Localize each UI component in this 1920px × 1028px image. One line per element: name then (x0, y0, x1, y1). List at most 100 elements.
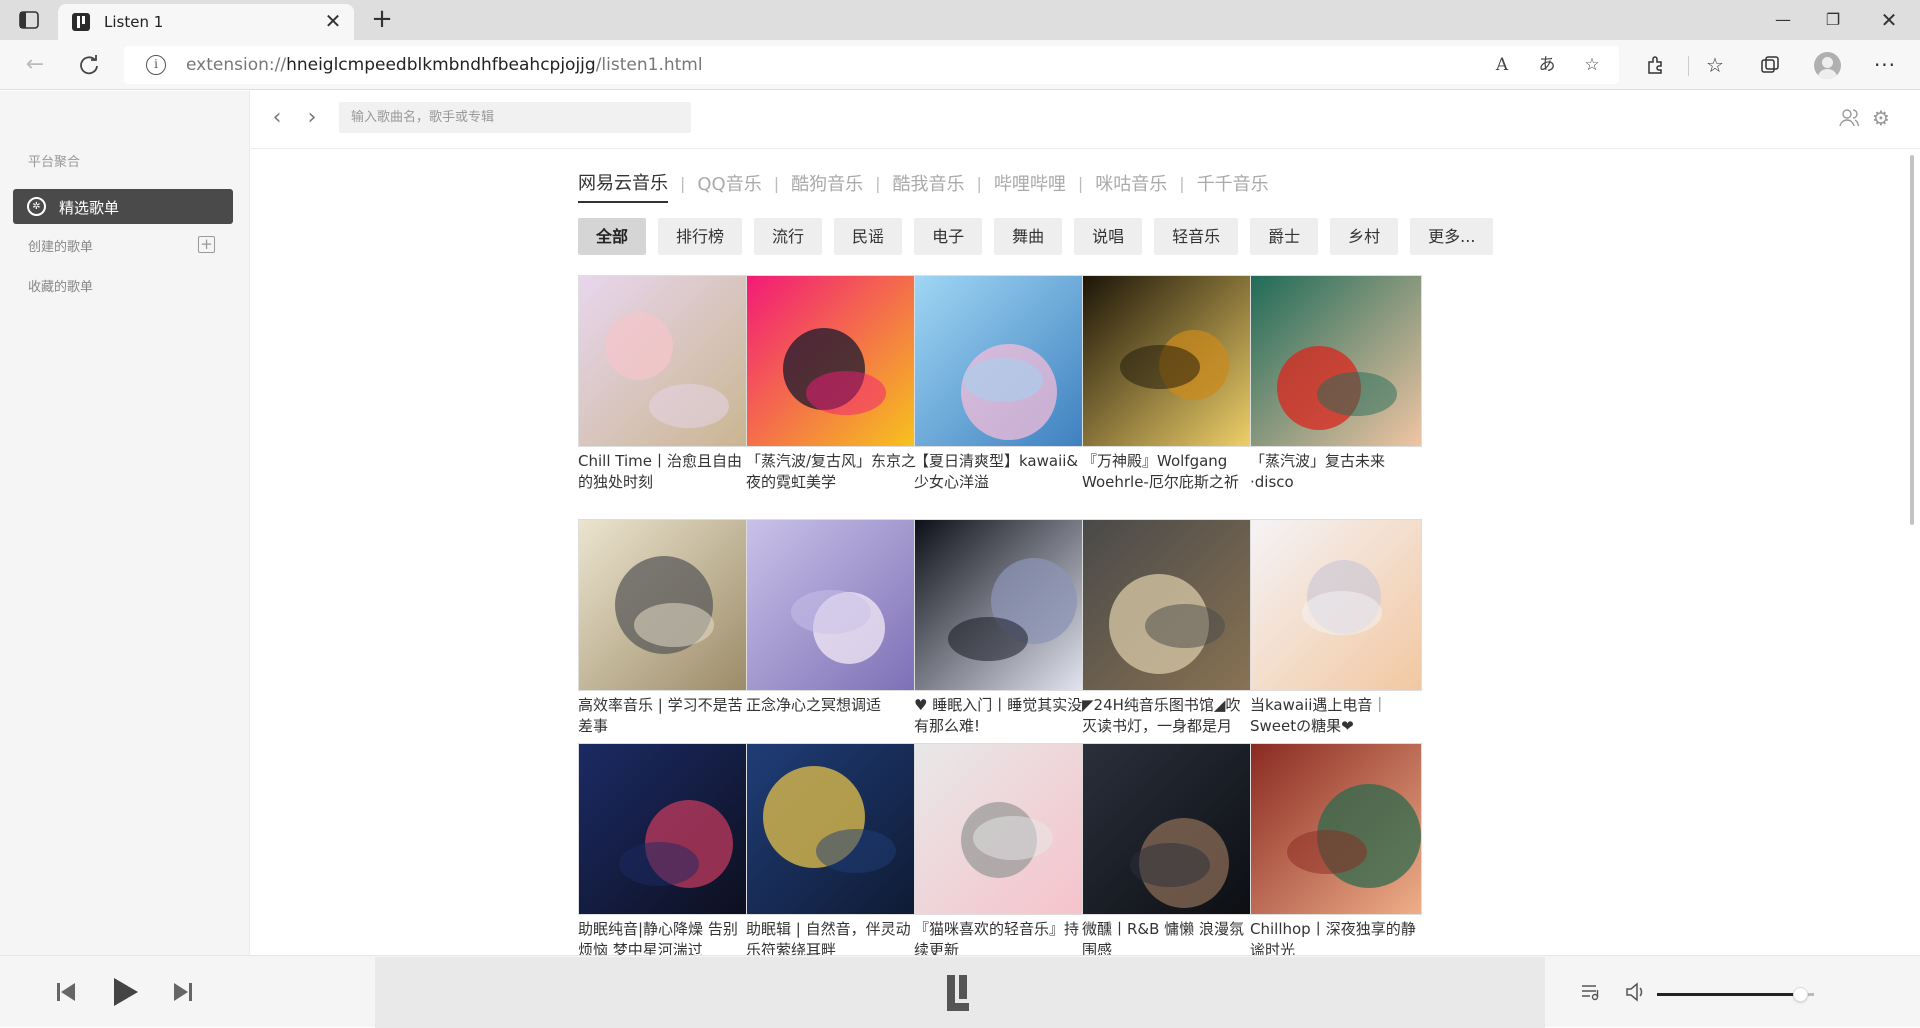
playlist-cover-image[interactable] (914, 519, 1086, 691)
source-tab[interactable]: QQ音乐 (697, 170, 761, 202)
playlist-cover-image[interactable] (578, 519, 750, 691)
back-arrow-icon[interactable]: ← (20, 50, 50, 80)
playlist-card[interactable]: ◤24H纯音乐图书馆◢吹灭读书灯，一身都是月 (1082, 519, 1254, 758)
nav-back-icon[interactable]: ‹ (267, 105, 287, 130)
filter-chip[interactable]: 乡村 (1330, 218, 1399, 255)
playlist-title[interactable]: Chill Time丨治愈且自由的独处时刻 (578, 451, 750, 514)
playlist-title[interactable]: 「蒸汽波」复古未来·disco (1250, 451, 1422, 514)
filter-chip[interactable]: 轻音乐 (1154, 218, 1239, 255)
favorites-icon[interactable]: ☆ (1700, 50, 1730, 80)
source-separator: | (976, 173, 982, 193)
playlist-cover-image[interactable] (1082, 743, 1254, 915)
filter-chip[interactable]: 舞曲 (994, 218, 1063, 255)
login-user-icon[interactable] (1836, 105, 1862, 131)
new-tab-button[interactable]: + (368, 6, 396, 34)
filter-chip[interactable]: 民谣 (834, 218, 903, 255)
volume-knob[interactable] (1793, 987, 1809, 1002)
restore-window-icon[interactable]: ❐ (1810, 4, 1856, 36)
playlist-title[interactable]: 助眠辑 | 自然音，伴灵动乐符萦绕耳畔 (746, 919, 918, 955)
content-scrollbar[interactable] (1910, 155, 1914, 525)
add-favorite-icon[interactable]: ☆ (1579, 52, 1605, 78)
playlist-card[interactable]: ♥ 睡眠入门丨睡觉其实没有那么难! (914, 519, 1086, 758)
playlist-card[interactable]: 助眠纯音|静心降燥 告别烦恼 梦中星河湍过 (578, 743, 750, 955)
now-playing-area[interactable] (375, 957, 1545, 1028)
playlist-cover-image[interactable] (578, 743, 750, 915)
previous-track-icon[interactable] (55, 980, 77, 1008)
settings-gear-icon[interactable]: ⚙ (1868, 105, 1894, 131)
play-icon[interactable] (112, 976, 140, 1012)
filter-chip[interactable]: 流行 (754, 218, 823, 255)
filter-chip[interactable]: 全部 (578, 218, 647, 255)
playlist-title[interactable]: Chillhop丨深夜独享的静谧时光 (1250, 919, 1422, 955)
volume-slider[interactable] (1657, 987, 1814, 1002)
filter-chip[interactable]: 说唱 (1074, 218, 1143, 255)
browser-tab[interactable]: Listen 1 ✕ (58, 4, 354, 40)
playlist-cover-image[interactable] (578, 275, 750, 447)
playlist-title[interactable]: 助眠纯音|静心降燥 告别烦恼 梦中星河湍过 (578, 919, 750, 955)
source-tab[interactable]: 千千音乐 (1197, 170, 1269, 202)
playlist-cover-image[interactable] (746, 275, 918, 447)
collections-icon[interactable] (1755, 50, 1785, 80)
playlist-cover-image[interactable] (1082, 275, 1254, 447)
browser-toolbar: ← i extension://hneiglcmpeedblkmbndhfbea… (0, 40, 1920, 90)
listen1-logo-icon (945, 973, 971, 1013)
playlist-card[interactable]: 『猫咪喜欢的轻音乐』持续更新 (914, 743, 1086, 955)
source-tab[interactable]: 酷我音乐 (893, 170, 965, 202)
playlist-cover-image[interactable] (1082, 519, 1254, 691)
sidebar-item-collected-playlists[interactable]: 收藏的歌单 (28, 276, 93, 295)
filter-chip[interactable]: 电子 (914, 218, 983, 255)
playlist-card[interactable]: 【夏日清爽型】kawaii&少女心洋溢 (914, 275, 1086, 514)
source-tab[interactable]: 哔哩哔哩 (994, 170, 1066, 202)
refresh-icon[interactable] (74, 50, 104, 80)
playlist-card[interactable]: 「蒸汽波」复古未来·disco (1250, 275, 1422, 514)
playlist-cover-image[interactable] (1250, 275, 1422, 447)
minimize-window-icon[interactable]: — (1760, 4, 1806, 36)
playlist-card[interactable]: 正念净心之冥想调适 (746, 519, 918, 758)
extensions-icon[interactable] (1640, 50, 1670, 80)
playlist-title[interactable]: 『万神殿』Wolfgang Woehrle-厄尔庇斯之祈 (1082, 451, 1254, 514)
playlist-queue-icon[interactable] (1580, 982, 1600, 1006)
address-bar[interactable]: i extension://hneiglcmpeedblkmbndhfbeahc… (124, 46, 1619, 84)
more-options-icon[interactable]: ··· (1870, 50, 1900, 80)
playlist-title[interactable]: 『猫咪喜欢的轻音乐』持续更新 (914, 919, 1086, 955)
playlist-card[interactable]: 助眠辑 | 自然音，伴灵动乐符萦绕耳畔 (746, 743, 918, 955)
translate-icon[interactable]: あ (1534, 52, 1560, 78)
sidebar-item-featured-playlists[interactable]: ✲ 精选歌单 (13, 189, 233, 224)
volume-icon[interactable] (1625, 982, 1647, 1006)
filter-chip[interactable]: 爵士 (1250, 218, 1319, 255)
close-window-icon[interactable]: ✕ (1866, 4, 1912, 36)
playlist-card[interactable]: 『万神殿』Wolfgang Woehrle-厄尔庇斯之祈 (1082, 275, 1254, 514)
source-separator: | (773, 173, 780, 193)
source-tab[interactable]: 网易云音乐 (578, 169, 668, 203)
toolbar-divider (1688, 56, 1689, 76)
playlist-title[interactable]: 【夏日清爽型】kawaii&少女心洋溢 (914, 451, 1086, 514)
playlist-title[interactable]: 微醺丨R&B 慵懒 浪漫氛围感 (1082, 919, 1254, 955)
playlist-title[interactable]: 「蒸汽波/复古风」东京之夜的霓虹美学 (746, 451, 918, 514)
playlist-card[interactable]: 当kawaii遇上电音｜Sweetの糖果❤ (1250, 519, 1422, 758)
filter-chip[interactable]: 更多... (1410, 218, 1494, 255)
nav-forward-icon[interactable]: › (302, 105, 322, 130)
playlist-cover-image[interactable] (1250, 743, 1422, 915)
playlist-card[interactable]: 高效率音乐 | 学习不是苦差事 (578, 519, 750, 758)
playlist-cover-image[interactable] (1250, 519, 1422, 691)
close-tab-icon[interactable]: ✕ (322, 10, 344, 32)
sidebar-item-created-playlists[interactable]: 创建的歌单 (28, 236, 93, 255)
tab-actions-icon[interactable] (18, 10, 40, 30)
playlist-cover-image[interactable] (746, 743, 918, 915)
playlist-card[interactable]: 「蒸汽波/复古风」东京之夜的霓虹美学 (746, 275, 918, 514)
read-aloud-icon[interactable]: A (1489, 52, 1515, 78)
playlist-cover-image[interactable] (914, 743, 1086, 915)
next-track-icon[interactable] (172, 980, 194, 1008)
add-playlist-icon[interactable]: + (198, 236, 215, 253)
playlist-cover-image[interactable] (914, 275, 1086, 447)
playlist-card[interactable]: 微醺丨R&B 慵懒 浪漫氛围感 (1082, 743, 1254, 955)
source-tab[interactable]: 咪咕音乐 (1095, 170, 1167, 202)
playlist-cover-image[interactable] (746, 519, 918, 691)
playlist-card[interactable]: Chill Time丨治愈且自由的独处时刻 (578, 275, 750, 514)
profile-avatar[interactable] (1814, 52, 1841, 79)
filter-chip[interactable]: 排行榜 (658, 218, 743, 255)
search-input[interactable] (339, 102, 691, 133)
playlist-card[interactable]: Chillhop丨深夜独享的静谧时光 (1250, 743, 1422, 955)
site-info-icon[interactable]: i (146, 55, 166, 75)
source-tab[interactable]: 酷狗音乐 (791, 170, 863, 202)
